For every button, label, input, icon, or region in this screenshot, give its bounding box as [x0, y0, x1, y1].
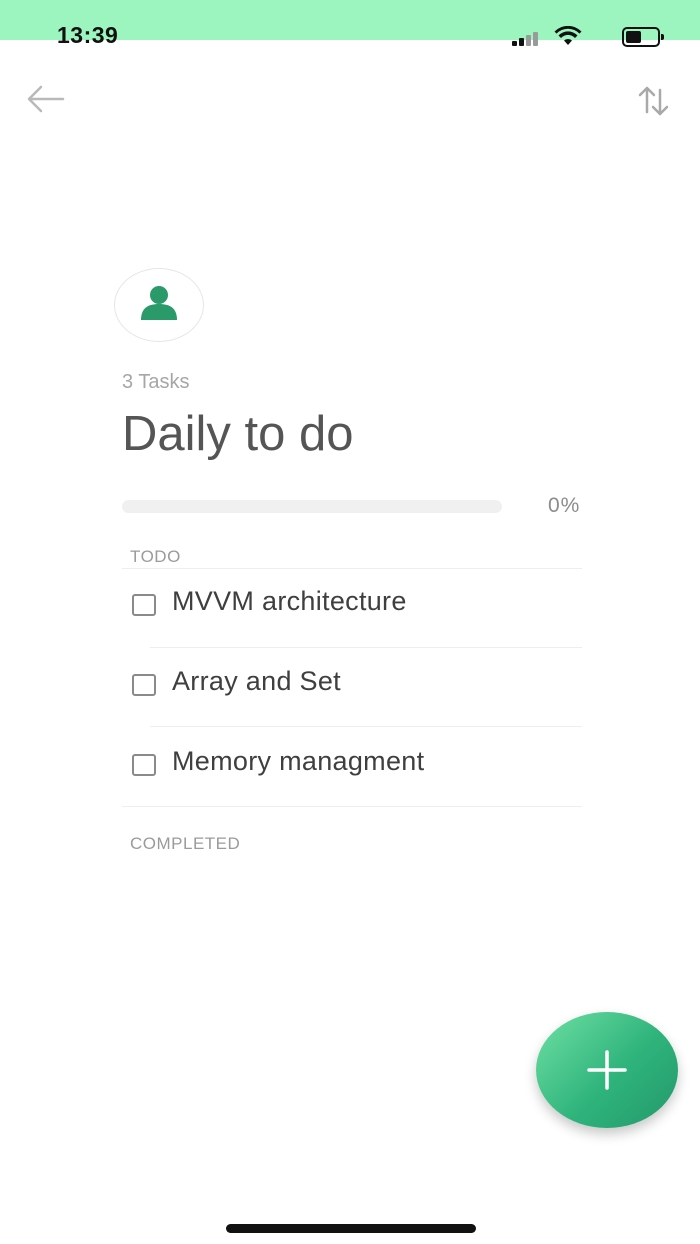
task-row[interactable]: MVVM architecture	[122, 568, 582, 648]
list-avatar[interactable]	[114, 268, 204, 342]
divider	[122, 806, 582, 807]
sort-arrows-icon	[638, 86, 669, 116]
person-icon	[141, 286, 177, 320]
completed-section-label: COMPLETED	[130, 834, 241, 853]
progress-bar	[122, 500, 502, 513]
task-checkbox[interactable]	[132, 754, 156, 776]
add-task-button[interactable]	[536, 1012, 678, 1128]
task-row[interactable]: Array and Set	[122, 648, 582, 728]
cellular-signal-icon	[512, 32, 540, 46]
task-label: MVVM architecture	[172, 586, 407, 616]
back-button[interactable]	[26, 84, 66, 114]
plus-icon	[587, 1050, 627, 1090]
status-bar: 13:39	[0, 0, 700, 48]
divider	[150, 726, 582, 727]
home-indicator	[226, 1224, 476, 1233]
list-title: Daily to do	[122, 407, 354, 461]
todo-section-label: TODO	[130, 547, 181, 566]
task-checkbox[interactable]	[132, 674, 156, 696]
progress-label: 0%	[548, 494, 581, 517]
task-checkbox[interactable]	[132, 594, 156, 616]
status-icons	[466, 26, 666, 47]
task-label: Memory managment	[172, 746, 425, 776]
task-count: 3 Tasks	[122, 371, 190, 393]
status-time: 13:39	[57, 22, 119, 48]
sort-button[interactable]	[636, 84, 672, 118]
wifi-icon	[554, 26, 582, 45]
task-row[interactable]: Memory managment	[122, 728, 582, 808]
battery-icon	[622, 27, 664, 47]
task-label: Array and Set	[172, 666, 341, 696]
arrow-left-icon	[27, 85, 65, 113]
